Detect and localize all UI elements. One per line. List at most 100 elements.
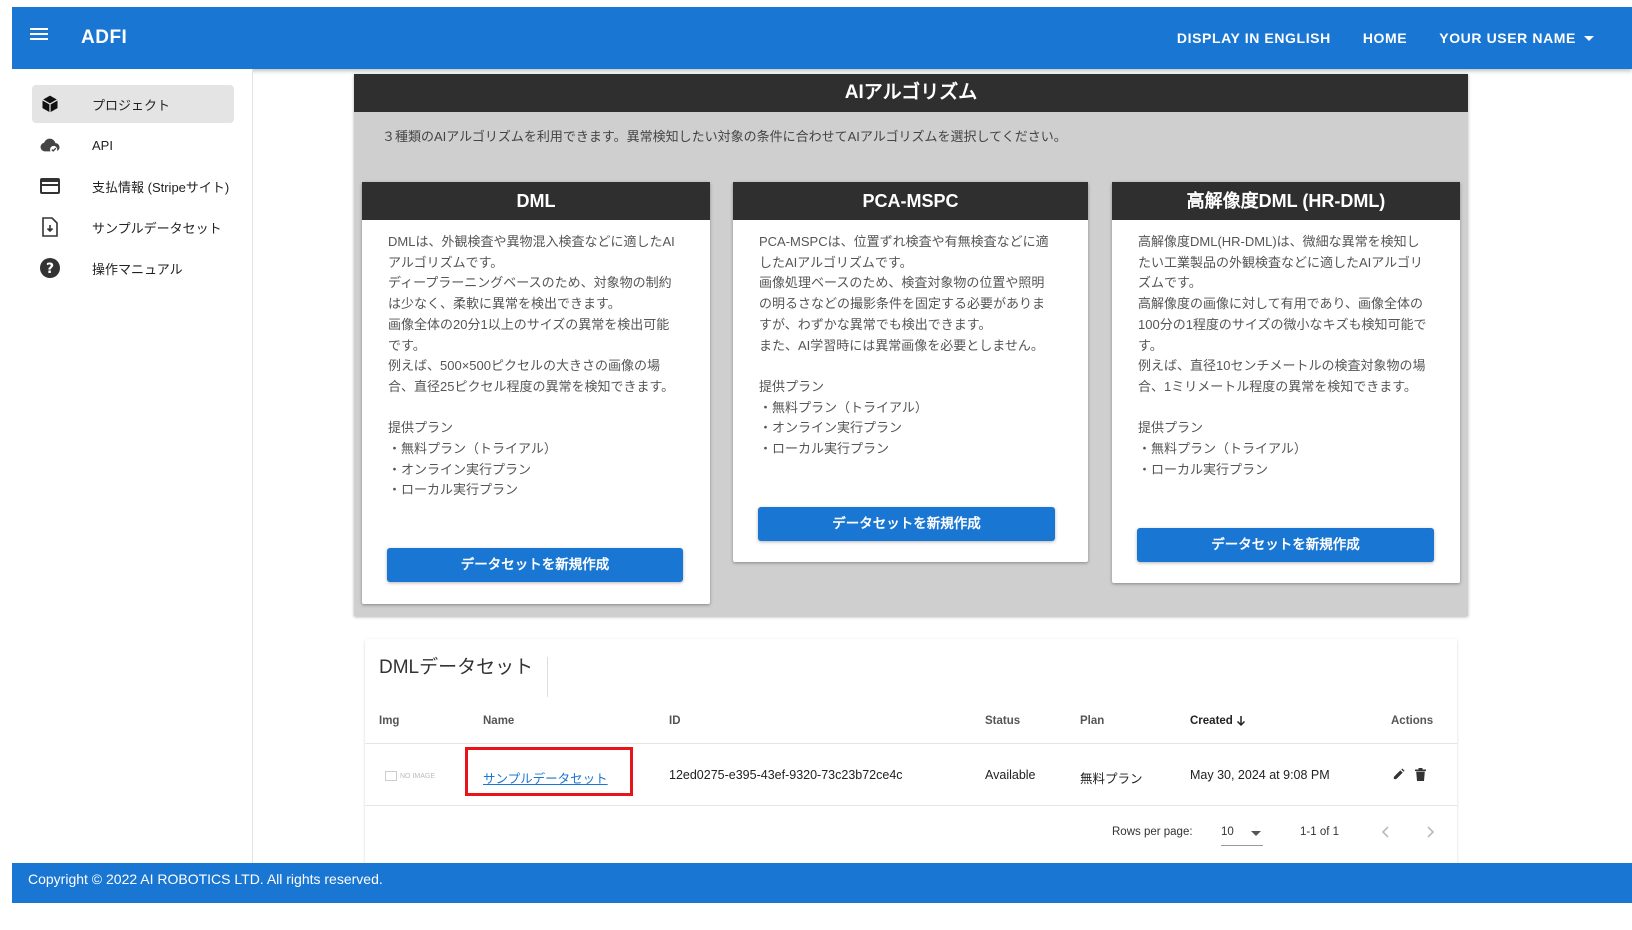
card-text-line: 提供プラン	[1138, 420, 1204, 436]
card-text-line: ズムです。	[1138, 275, 1202, 291]
chevron-left-icon	[1381, 826, 1389, 838]
column-header-created[interactable]: Created	[1190, 715, 1246, 727]
menu-icon[interactable]	[26, 25, 52, 51]
table-divider	[365, 743, 1457, 744]
rows-per-page-value: 10	[1221, 826, 1234, 838]
sidebar-item-label: API	[92, 137, 113, 153]
create-dataset-button-pca-mspc[interactable]: データセットを新規作成	[758, 507, 1055, 541]
card-text-line: 合、直径25ピクセル程度の異常を検知できます。	[388, 378, 675, 394]
column-header-actions: Actions	[1391, 715, 1434, 727]
algorithm-card-pca-mspc: PCA-MSPC PCA-MSPCは、位置ずれ検査や有無検査などに適 したAIア…	[733, 182, 1088, 562]
file-download-icon	[38, 215, 62, 239]
dataset-plan-cell: 無料プラン	[1080, 772, 1143, 786]
sidebar-item-label: 支払情報 (Stripeサイト)	[92, 179, 230, 195]
column-header-plan[interactable]: Plan	[1080, 715, 1104, 727]
edit-icon[interactable]	[1392, 768, 1406, 782]
help-icon: ?	[38, 256, 62, 280]
caret-down-icon	[1584, 35, 1594, 41]
card-text-line: PCA-MSPCは、位置ずれ検査や有無検査などに適	[759, 234, 1049, 249]
card-text-line: ・ローカル実行プラン	[759, 441, 890, 457]
algorithm-card-dml: DML DMLは、外観検査や異物混入検査などに適したAI アルゴリズムです。 デ…	[362, 182, 710, 604]
rows-per-page-label: Rows per page:	[1112, 826, 1193, 838]
sidebar-item-sample-dataset[interactable]: サンプルデータセット	[32, 208, 234, 246]
card-text-line: ・オンライン実行プラン	[388, 461, 532, 477]
algorithm-description: ３種類のAIアルゴリズムを利用できます。異常検知したい対象の条件に合わせてAIア…	[382, 129, 1067, 144]
column-header-id[interactable]: ID	[669, 715, 681, 727]
sidebar-item-api[interactable]: API	[32, 126, 234, 164]
card-title: DML	[362, 182, 710, 220]
card-text-line	[759, 356, 1063, 377]
card-text-line	[388, 398, 685, 419]
algorithm-section: AIアルゴリズム ３種類のAIアルゴリズムを利用できます。異常検知したい対象の条…	[354, 74, 1468, 616]
card-text-line: の明るさなどの撮影条件を固定する必要がありま	[759, 296, 1046, 312]
card-text-line: 高解像度の画像に対して有用であり、画像全体の	[1138, 296, 1423, 312]
footer-copyright: Copyright © 2022 AI ROBOTICS LTD. All ri…	[12, 863, 1632, 903]
card-text-line: また、AI学習時には異常画像を必要としません。	[759, 337, 1044, 353]
user-menu-button[interactable]: YOUR USER NAME	[1423, 30, 1610, 46]
card-text-line: 画像全体の20分1以上のサイズの異常を検出可能	[388, 316, 670, 332]
column-header-status[interactable]: Status	[985, 715, 1020, 727]
algorithm-section-title: AIアルゴリズム	[354, 74, 1468, 112]
cube-icon	[38, 92, 62, 116]
dataset-status-cell: Available	[985, 768, 1036, 782]
cloud-icon	[38, 133, 62, 157]
highlight-box	[465, 747, 633, 796]
dataset-created-cell: May 30, 2024 at 9:08 PM	[1190, 768, 1330, 782]
card-text-line: です。	[388, 337, 426, 353]
next-page-button[interactable]	[1419, 820, 1443, 844]
dataset-table-section: DMLデータセット Img Name ID Status Plan Create…	[365, 639, 1457, 867]
delete-icon[interactable]	[1415, 768, 1429, 782]
app-bar: ADFI DISPLAY IN ENGLISH HOME YOUR USER N…	[12, 7, 1632, 69]
chevron-right-icon	[1427, 826, 1435, 838]
card-text-line: 例えば、500×500ピクセルの大きさの画像の場	[388, 358, 660, 374]
card-text-line: 提供プラン	[388, 420, 454, 436]
card-text-line: 合、1ミリメートル程度の異常を検知できます。	[1138, 378, 1417, 394]
credit-card-icon	[38, 174, 62, 198]
create-dataset-button-hr-dml[interactable]: データセットを新規作成	[1137, 528, 1434, 562]
user-name: YOUR USER NAME	[1439, 30, 1576, 46]
card-text-line	[1138, 398, 1435, 419]
sidebar-item-label: プロジェクト	[92, 97, 171, 113]
card-title: PCA-MSPC	[733, 182, 1088, 220]
sidebar-item-label: サンプルデータセット	[92, 220, 222, 236]
column-header-img: Img	[379, 715, 400, 727]
main-content: AIアルゴリズム ３種類のAIアルゴリズムを利用できます。異常検知したい対象の条…	[253, 69, 1632, 869]
sidebar-item-project[interactable]: プロジェクト	[32, 85, 234, 123]
dataset-id-cell: 12ed0275-e395-43ef-9320-73c23b72ce4c	[669, 768, 903, 782]
card-text-line: す。	[1138, 337, 1163, 353]
card-text-line: は少なく、柔軟に異常を検出できます。	[388, 296, 621, 312]
sidebar-item-payment[interactable]: 支払情報 (Stripeサイト)	[32, 167, 234, 205]
card-text-line: すが、わずかな異常でも検出できます。	[759, 316, 992, 332]
card-text-line: 高解像度DML(HR-DML)は、微細な異常を検知し	[1138, 234, 1420, 249]
card-text-line: したAIアルゴリズムです。	[759, 254, 913, 270]
sidebar: プロジェクト API 支払情報 (Stripeサイト) サンプルデータセット ?…	[12, 69, 253, 869]
caret-down-icon	[1251, 831, 1261, 836]
card-text-line: ・オンライン実行プラン	[759, 420, 903, 436]
card-title: 高解像度DML (HR-DML)	[1112, 182, 1460, 220]
card-text-line: 画像処理ベースのため、検査対象物の位置や照明	[759, 275, 1045, 291]
card-text-line: ・ローカル実行プラン	[1138, 461, 1269, 477]
thumbnail-placeholder: NO IMAGE	[385, 771, 435, 781]
card-text-line: 100分の1程度のサイズの微小なキズも検知可能で	[1138, 316, 1427, 332]
dataset-table-title: DMLデータセット	[379, 657, 549, 697]
app-title[interactable]: ADFI	[81, 27, 127, 49]
svg-text:?: ?	[46, 261, 54, 277]
sort-arrow-down-icon	[1236, 716, 1245, 727]
app-window: ADFI DISPLAY IN ENGLISH HOME YOUR USER N…	[12, 7, 1632, 930]
card-text-line: たい工業製品の外観検査などに適したAIアルゴリ	[1138, 254, 1423, 270]
no-image-label: NO IMAGE	[400, 772, 436, 780]
card-text-line: ・無料プラン（トライアル）	[1138, 441, 1307, 457]
previous-page-button[interactable]	[1373, 820, 1397, 844]
create-dataset-button-dml[interactable]: データセットを新規作成	[387, 548, 683, 582]
card-text-line: 提供プラン	[759, 378, 825, 394]
card-text-line: ディープラーニングベースのため、対象物の制約	[388, 275, 672, 291]
card-body: PCA-MSPCは、位置ずれ検査や有無検査などに適 したAIアルゴリズムです。 …	[733, 220, 1088, 460]
column-header-created-label: Created	[1190, 715, 1233, 727]
home-button[interactable]: HOME	[1347, 30, 1423, 46]
display-english-button[interactable]: DISPLAY IN ENGLISH	[1161, 30, 1347, 46]
sidebar-item-manual[interactable]: ? 操作マニュアル	[32, 249, 234, 287]
column-header-name[interactable]: Name	[483, 715, 514, 727]
sidebar-item-label: 操作マニュアル	[92, 261, 183, 277]
rows-per-page-select[interactable]: 10	[1221, 823, 1263, 846]
pagination-range: 1-1 of 1	[1300, 826, 1339, 838]
